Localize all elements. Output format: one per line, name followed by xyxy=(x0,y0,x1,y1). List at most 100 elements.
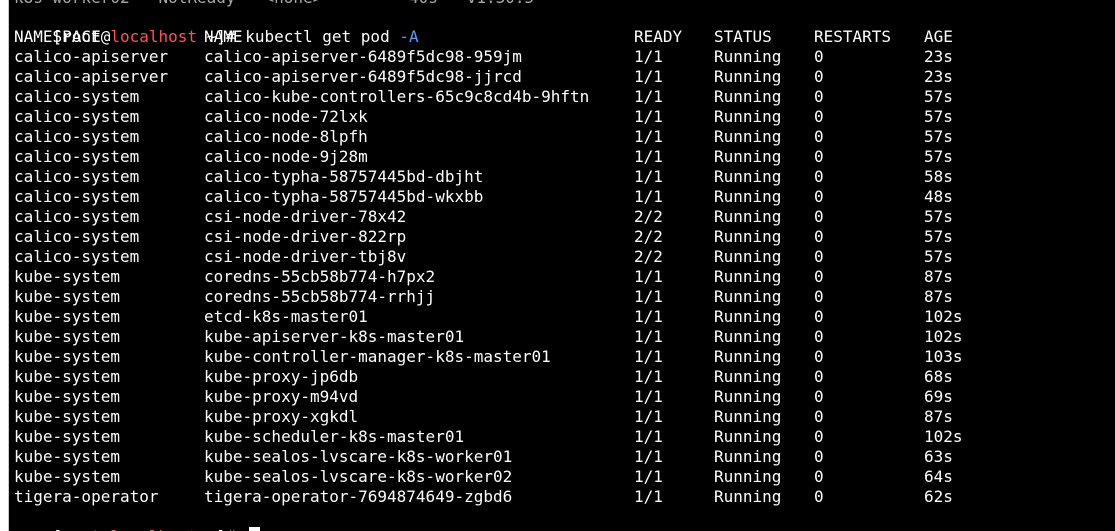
cell-status: Running xyxy=(714,127,782,146)
cell-status: Running xyxy=(714,327,782,346)
cell-name: coredns-55cb58b774-h7px2 xyxy=(204,267,436,286)
prompt-line[interactable]: [root@localhost ~]# xyxy=(14,507,261,531)
table-row: calico-system calico-typha-58757445bd-dbj… xyxy=(14,167,1014,187)
cell-namespace: calico-apiserver xyxy=(14,47,169,66)
table-row: kube-system etcd-k8s-master01 1/1 Running 0 1… xyxy=(14,307,1014,327)
cell-status: Running xyxy=(714,247,782,266)
cell-restarts: 0 xyxy=(814,407,824,426)
cell-name: coredns-55cb58b774-rrhjj xyxy=(204,287,436,306)
header-name: NAME xyxy=(204,27,243,46)
cell-status: Running xyxy=(714,187,782,206)
cell-age: 48s xyxy=(924,187,953,206)
cell-ready: 1/1 xyxy=(634,87,663,106)
cell-age: 23s xyxy=(924,47,953,66)
cell-age: 103s xyxy=(924,347,963,366)
cell-name: calico-node-8lpfh xyxy=(204,127,368,146)
cell-name: calico-typha-58757445bd-wkxbb xyxy=(204,187,484,206)
cell-restarts: 0 xyxy=(814,267,824,286)
cell-name: kube-proxy-jp6db xyxy=(204,367,359,386)
table-row: calico-apiserver calico-apiserver-6489f5d… xyxy=(14,47,1014,67)
cell-status: Running xyxy=(714,267,782,286)
cell-restarts: 0 xyxy=(814,127,824,146)
cell-namespace: tigera-operator xyxy=(14,487,159,506)
cell-restarts: 0 xyxy=(814,247,824,266)
cell-namespace: kube-system xyxy=(14,367,120,386)
cell-namespace: calico-system xyxy=(14,247,140,266)
cell-namespace: kube-system xyxy=(14,347,120,366)
cell-restarts: 0 xyxy=(814,67,824,86)
cell-name: kube-sealos-lvscare-k8s-worker02 xyxy=(204,467,513,486)
prompt-open: [root@ xyxy=(53,527,111,531)
table-row: kube-system kube-sealos-lvscare-k8s-worke… xyxy=(14,447,1014,467)
cell-restarts: 0 xyxy=(814,387,824,406)
table-row: calico-system calico-kube-controllers-65c… xyxy=(14,87,1014,107)
cell-age: 87s xyxy=(924,267,953,286)
cell-age: 64s xyxy=(924,467,953,486)
cell-status: Running xyxy=(714,107,782,126)
cell-namespace: kube-system xyxy=(14,407,120,426)
table-row: kube-system coredns-55cb58b774-h7px2 1/1 Ru… xyxy=(14,267,1014,287)
cell-restarts: 0 xyxy=(814,107,824,126)
table-row: kube-system kube-sealos-lvscare-k8s-worke… xyxy=(14,467,1014,487)
cell-ready: 1/1 xyxy=(634,387,663,406)
cell-status: Running xyxy=(714,307,782,326)
cell-namespace: kube-system xyxy=(14,307,120,326)
cell-restarts: 0 xyxy=(814,167,824,186)
cell-name: calico-typha-58757445bd-dbjht xyxy=(204,167,484,186)
cell-name: calico-apiserver-6489f5dc98-959jm xyxy=(204,47,522,66)
cell-age: 57s xyxy=(924,247,953,266)
cell-name: kube-proxy-m94vd xyxy=(204,387,359,406)
cell-namespace: calico-system xyxy=(14,147,140,166)
cell-age: 57s xyxy=(924,127,953,146)
cell-age: 57s xyxy=(924,147,953,166)
table-row: kube-system kube-apiserver-k8s-master01 1/… xyxy=(14,327,1014,347)
cell-status: Running xyxy=(714,447,782,466)
cell-namespace: calico-apiserver xyxy=(14,67,169,86)
cell-ready: 2/2 xyxy=(634,247,663,266)
table-row: calico-system csi-node-driver-78x42 2/2 Run… xyxy=(14,207,1014,227)
cell-name: calico-node-9j28m xyxy=(204,147,368,166)
cell-name: etcd-k8s-master01 xyxy=(204,307,368,326)
cell-restarts: 0 xyxy=(814,467,824,486)
cell-age: 63s xyxy=(924,447,953,466)
cell-status: Running xyxy=(714,467,782,486)
cell-ready: 1/1 xyxy=(634,427,663,446)
cell-ready: 1/1 xyxy=(634,127,663,146)
table-row: calico-system calico-typha-58757445bd-wkx… xyxy=(14,187,1014,207)
command-line: [root@localhost ~]# kubectl get pod -A xyxy=(14,7,419,46)
cell-restarts: 0 xyxy=(814,427,824,446)
cursor-block xyxy=(249,527,261,531)
cell-age: 102s xyxy=(924,427,963,446)
cell-ready: 1/1 xyxy=(634,167,663,186)
cell-age: 69s xyxy=(924,387,953,406)
cell-status: Running xyxy=(714,167,782,186)
cell-name: csi-node-driver-78x42 xyxy=(204,207,407,226)
prompt-hostname: localhost xyxy=(110,527,197,531)
cell-namespace: calico-system xyxy=(14,227,140,246)
terminal-window[interactable]: k8s-worker02 NotReady <none> 40s v1.30.5… xyxy=(8,0,1115,531)
cell-ready: 1/1 xyxy=(634,407,663,426)
cell-ready: 1/1 xyxy=(634,367,663,386)
cell-name: kube-sealos-lvscare-k8s-worker01 xyxy=(204,447,513,466)
cell-status: Running xyxy=(714,47,782,66)
cell-ready: 1/1 xyxy=(634,67,663,86)
table-row: calico-apiserver calico-apiserver-6489f5d… xyxy=(14,67,1014,87)
cell-status: Running xyxy=(714,287,782,306)
header-age: AGE xyxy=(924,27,953,46)
cell-status: Running xyxy=(714,387,782,406)
header-status: STATUS xyxy=(714,27,772,46)
cell-status: Running xyxy=(714,367,782,386)
cell-restarts: 0 xyxy=(814,327,824,346)
cell-restarts: 0 xyxy=(814,87,824,106)
cell-restarts: 0 xyxy=(814,207,824,226)
cell-namespace: calico-system xyxy=(14,207,140,226)
cell-age: 102s xyxy=(924,307,963,326)
cell-namespace: kube-system xyxy=(14,327,120,346)
cell-status: Running xyxy=(714,67,782,86)
cell-status: Running xyxy=(714,87,782,106)
cell-name: kube-scheduler-k8s-master01 xyxy=(204,427,465,446)
cell-status: Running xyxy=(714,207,782,226)
cell-ready: 2/2 xyxy=(634,207,663,226)
cell-restarts: 0 xyxy=(814,47,824,66)
table-row: calico-system calico-node-9j28m 1/1 Running… xyxy=(14,147,1014,167)
